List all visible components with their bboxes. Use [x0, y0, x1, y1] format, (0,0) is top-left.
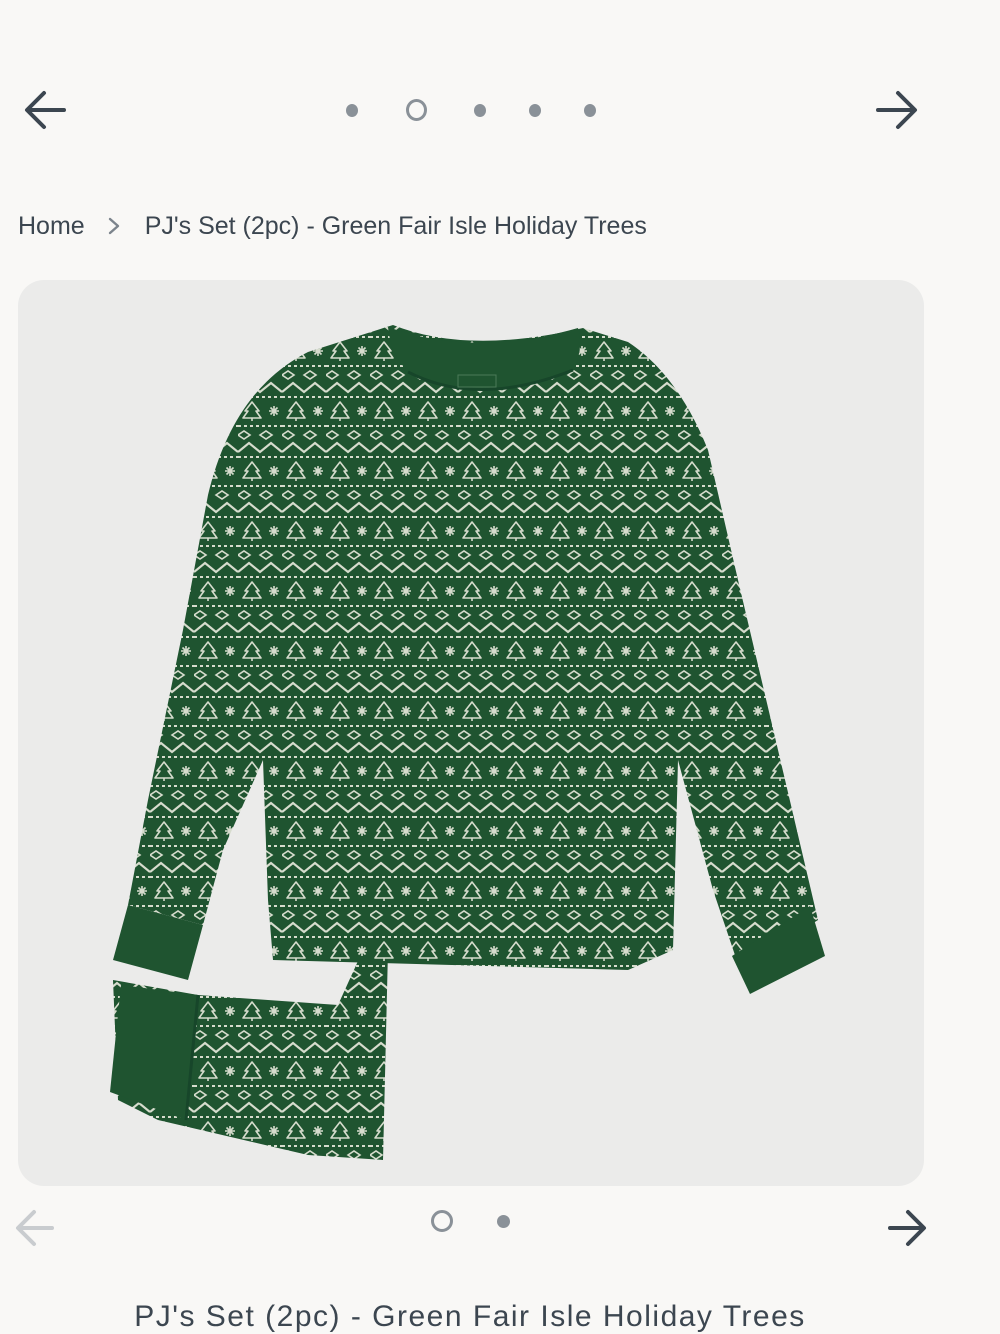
arrow-left-icon [16, 1210, 54, 1246]
chevron-right-icon [107, 216, 121, 236]
carousel-dot-5[interactable] [583, 103, 597, 117]
gallery-dots [431, 1209, 510, 1233]
carousel-dot-1[interactable] [346, 103, 359, 117]
pajama-set-image [110, 325, 825, 1160]
carousel-dot-2[interactable] [406, 99, 427, 121]
carousel-dot-4[interactable] [528, 103, 541, 117]
arrow-right-icon [888, 1210, 926, 1246]
breadcrumb-home-link[interactable]: Home [18, 212, 85, 241]
top-carousel-dots [346, 98, 597, 122]
product-image-gallery[interactable] [18, 280, 924, 1186]
arrow-right-icon [876, 91, 917, 129]
breadcrumb-current: PJ's Set (2pc) - Green Fair Isle Holiday… [144, 211, 647, 240]
top-next-button[interactable] [874, 88, 920, 132]
breadcrumb: Home PJ's Set (2pc) - Green Fair Isle Ho… [18, 210, 647, 242]
carousel-dot-3[interactable] [473, 103, 486, 117]
gallery-dot-2[interactable] [497, 1214, 510, 1228]
top-prev-button[interactable] [22, 88, 68, 132]
gallery-dot-1[interactable] [431, 1210, 453, 1232]
gallery-next-button[interactable] [886, 1208, 928, 1248]
product-title: PJ's Set (2pc) - Green Fair Isle Holiday… [134, 1300, 806, 1333]
gallery-prev-button[interactable] [14, 1208, 56, 1248]
arrow-left-icon [25, 91, 66, 129]
